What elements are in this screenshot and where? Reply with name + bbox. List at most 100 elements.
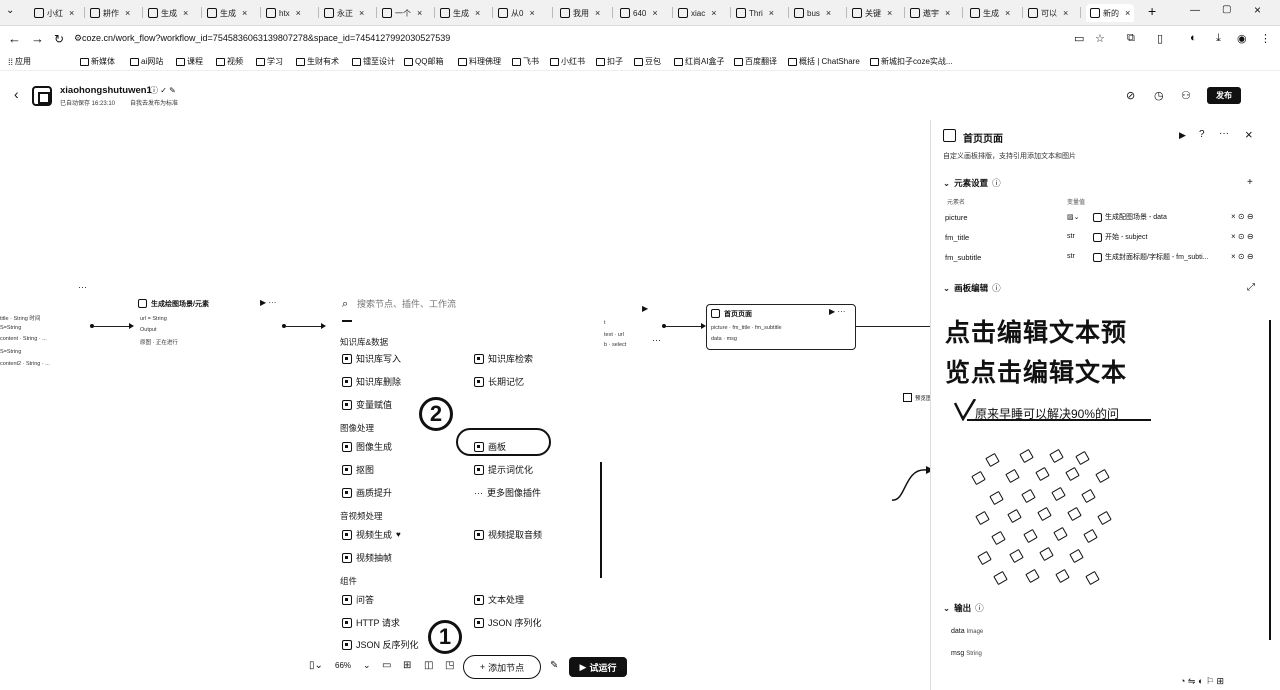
url-field[interactable]: coze.cn/work_flow?workflow_id=7545836063… (82, 33, 450, 43)
collaborators-icon[interactable]: ⚇ (1181, 89, 1191, 102)
node-run-icon[interactable]: ▶ ··· (260, 298, 276, 307)
browser-tab[interactable]: 从0 × (498, 4, 535, 22)
menu-item-more-image-plugins[interactable]: ··· 更多图像插件 (474, 486, 541, 499)
menu-item-variable-assign[interactable]: 变量赋值 (342, 398, 392, 411)
close-tab-icon[interactable]: × (887, 8, 892, 18)
browser-tab[interactable]: 一个 × (382, 4, 422, 22)
browser-tab[interactable]: 生成 × (207, 4, 247, 22)
canvas-edit-section-header[interactable]: ⌄ 画板编辑 ⓘ (943, 282, 1001, 294)
close-tab-icon[interactable]: × (475, 8, 480, 18)
menu-item-qa[interactable]: 问答 (342, 593, 374, 606)
bookmark-item[interactable]: 豆包 (634, 56, 661, 67)
bookmark-item[interactable]: 新城扣子coze实战... (870, 56, 953, 67)
menu-item-json-serialize[interactable]: JSON 序列化 (474, 616, 542, 629)
new-tab-button[interactable]: + (1148, 3, 1156, 19)
bookmark-item[interactable]: ai网站 (130, 56, 163, 67)
close-tab-icon[interactable]: × (945, 8, 950, 18)
close-tab-icon[interactable]: × (826, 8, 831, 18)
bookmark-item[interactable]: 生财有术 (296, 56, 339, 67)
close-tab-icon[interactable]: × (183, 8, 188, 18)
close-tab-icon[interactable]: × (769, 8, 774, 18)
window-close-icon[interactable]: × (1254, 3, 1261, 17)
note-icon[interactable]: ◳ (445, 660, 454, 671)
browser-tab[interactable]: 生成 × (970, 4, 1010, 22)
zoom-chevron-icon[interactable]: ⌄ (363, 660, 371, 671)
bookmark-item[interactable]: 视频 (216, 56, 243, 67)
add-element-icon[interactable]: + (1247, 177, 1253, 188)
close-tab-icon[interactable]: × (1063, 8, 1068, 18)
close-tab-icon[interactable]: × (359, 8, 364, 18)
panel-scrollbar[interactable] (1269, 320, 1271, 640)
zoom-level[interactable]: 66% (335, 661, 351, 670)
bookmark-item[interactable]: 小红书 (550, 56, 585, 67)
close-tab-icon[interactable]: × (417, 8, 422, 18)
browser-tab[interactable]: bus × (794, 4, 831, 22)
elements-section-header[interactable]: ⌄ 元素设置 ⓘ (943, 177, 1001, 189)
pointer-mode-icon[interactable]: ▯⌄ (309, 660, 323, 671)
node-search-input[interactable] (357, 297, 557, 311)
browser-menu-icon[interactable]: ⋮ (1260, 32, 1271, 45)
profile-avatar-icon[interactable]: ◉ (1237, 32, 1247, 45)
bookmark-item[interactable]: 料理佛理 (458, 56, 501, 67)
bookmark-item[interactable]: 新媒体 (80, 56, 115, 67)
canvas-preview[interactable]: 点击编辑文本预 览点击编辑文本 原来早睡可以解决90%的问 (945, 313, 1155, 593)
close-tab-icon[interactable]: × (1125, 8, 1130, 18)
menu-scrollbar[interactable] (600, 462, 602, 578)
node-run-icon[interactable]: ▶ (642, 304, 648, 313)
maximize-icon[interactable]: ▢ (1222, 4, 1231, 15)
comment-icon[interactable]: ◫ (424, 660, 433, 671)
menu-item-knowledge-delete[interactable]: 知识库删除 (342, 375, 401, 388)
close-tab-icon[interactable]: × (711, 8, 716, 18)
menu-item-text-process[interactable]: 文本处理 (474, 593, 524, 606)
row-actions-icon[interactable]: × ⊙ ⊖ (1231, 212, 1254, 221)
bookmark-item[interactable]: 百度翻译 (734, 56, 777, 67)
menu-item-http-request[interactable]: HTTP 请求 (342, 616, 400, 629)
left-partial-node[interactable]: title · String 时间 S=String content · Str… (0, 298, 90, 378)
more-icon[interactable]: ··· (78, 282, 87, 292)
browser-tab[interactable]: xiac × (678, 4, 717, 22)
history-clock-icon[interactable]: ◷ (1154, 89, 1164, 102)
info-icon[interactable]: ⓘ ✓ ✎ (150, 85, 176, 96)
browser-tab-active[interactable]: 新的 × (1086, 4, 1135, 22)
menu-item-cutout[interactable]: 抠图 (342, 463, 374, 476)
forward-arrow-icon[interactable]: → (31, 32, 44, 46)
bookmark-item[interactable]: 课程 (176, 56, 203, 67)
download-icon[interactable]: ⤓ (1216, 32, 1221, 45)
browser-tab[interactable]: Thri × (736, 4, 774, 22)
node-home-page[interactable]: 首页页面 ▶ ··· picture · fm_title · fm_subti… (706, 304, 856, 350)
node-generate-scene[interactable]: 生成绘图场景/元素 ▶ ··· url = String Output 原图 ·… (136, 296, 286, 356)
tray-icons[interactable]: ◔ ⇋ ◐ ⚐ ⊞ (1180, 676, 1224, 687)
menu-item-video-generate[interactable]: 视频生成 ♥ (342, 528, 401, 541)
close-tab-icon[interactable]: × (296, 8, 301, 18)
bookmark-item[interactable]: 红尚AI盒子 (674, 56, 725, 67)
bookmark-item[interactable]: 学习 (256, 56, 283, 67)
close-tab-icon[interactable]: × (529, 8, 534, 18)
more-icon[interactable]: ··· (652, 335, 661, 345)
row-actions-icon[interactable]: × ⊙ ⊖ (1231, 232, 1254, 241)
node-small[interactable]: t text · url b · select (600, 318, 656, 354)
menu-item-prompt-optimize[interactable]: 提示词优化 (474, 463, 533, 476)
site-info-icon[interactable]: ⚙ (74, 33, 82, 44)
element-row-fm-subtitle[interactable]: fm_subtitle str 生成封面标题/字标题 - fm_subti...… (945, 251, 1265, 265)
menu-item-quality-upscale[interactable]: 画质提升 (342, 486, 392, 499)
close-tab-icon[interactable]: × (595, 8, 600, 18)
close-tab-icon[interactable]: × (125, 8, 130, 18)
browser-tab[interactable]: 640 × (620, 4, 658, 22)
bookmark-item[interactable]: 镭至设计 (352, 56, 395, 67)
link-icon[interactable]: ⊘ (1126, 89, 1135, 102)
more-icon[interactable]: ··· (1219, 128, 1229, 139)
bookmark-item[interactable]: 扣子 (596, 56, 623, 67)
run-node-icon[interactable]: ▶ (1179, 130, 1186, 141)
browser-tab[interactable]: 可以 × (1028, 4, 1068, 22)
close-panel-icon[interactable]: × (1245, 127, 1253, 142)
browser-tab[interactable]: 生成 × (148, 4, 188, 22)
menu-item-long-memory[interactable]: 长期记忆 (474, 375, 524, 388)
bookmark-item[interactable]: 飞书 (512, 56, 539, 67)
add-node-button[interactable]: + 添加节点 (463, 655, 541, 679)
minimize-icon[interactable]: — (1190, 5, 1200, 16)
menu-item-knowledge-write[interactable]: 知识库写入 (342, 352, 401, 365)
element-row-picture[interactable]: picture ▨⌄ 生成配图场景 - data × ⊙ ⊖ (945, 211, 1265, 225)
bookmark-star-icon[interactable]: ☆ (1095, 32, 1105, 45)
browser-tab[interactable]: 我用 × (560, 4, 600, 22)
browser-tab[interactable]: 小红 × (34, 4, 74, 22)
